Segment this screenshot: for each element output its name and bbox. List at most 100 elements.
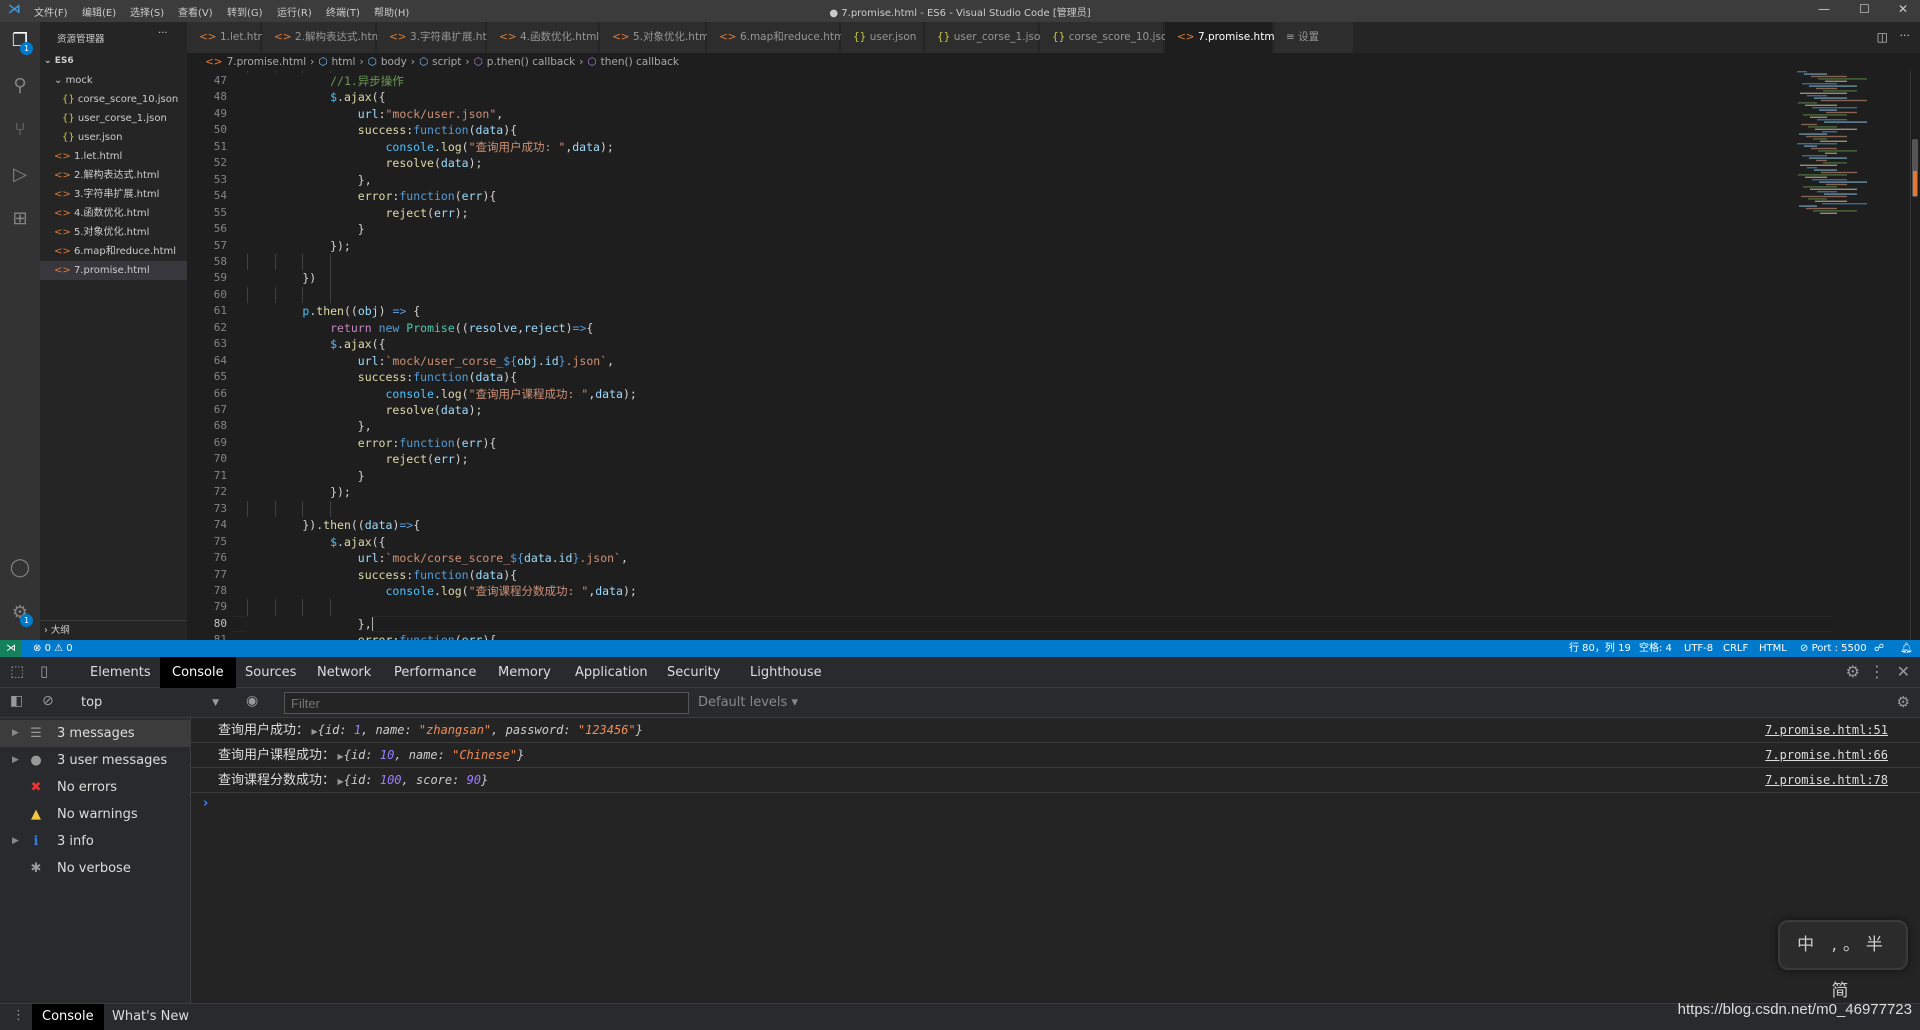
expand-arrow-icon[interactable]: ▶ bbox=[12, 747, 19, 774]
explorer-icon[interactable]: ❐ 1 bbox=[8, 30, 33, 55]
file-item[interactable]: <> 1.let.html bbox=[40, 147, 187, 166]
breadcrumb-item[interactable]: then() callback bbox=[601, 56, 679, 68]
console-filter-error[interactable]: ✖ No errors bbox=[0, 774, 190, 801]
source-link[interactable]: 7.promise.html:78 bbox=[1765, 768, 1888, 793]
extensions-icon[interactable]: ⊞ bbox=[8, 208, 32, 232]
source-link[interactable]: 7.promise.html:51 bbox=[1765, 718, 1888, 743]
run-debug-icon[interactable]: ▷ bbox=[8, 164, 32, 188]
devtools-tab-sources[interactable]: Sources bbox=[233, 657, 308, 688]
source-control-icon[interactable]: ⑂ bbox=[8, 119, 32, 143]
expand-object-icon[interactable]: ▶ bbox=[335, 752, 344, 761]
more-actions-icon[interactable]: ··· bbox=[1900, 29, 1911, 42]
line-ending[interactable]: CRLF bbox=[1723, 640, 1748, 657]
devtools-tab-lighthouse[interactable]: Lighthouse bbox=[738, 657, 834, 688]
breadcrumb-item[interactable]: html bbox=[332, 56, 356, 68]
cursor-position[interactable]: 行 80，列 19 bbox=[1569, 640, 1631, 657]
editor-tab[interactable]: <> 4.函数优化.html bbox=[487, 22, 599, 53]
console-filter-warning[interactable]: ▲ No warnings bbox=[0, 801, 190, 828]
editor-tab[interactable]: {} corse_score_10.json bbox=[1040, 22, 1174, 53]
minimap[interactable] bbox=[1795, 71, 1910, 251]
devtools-settings-icon[interactable]: ⚙ bbox=[1846, 662, 1860, 681]
code-editor[interactable]: 47 //1.异步操作 48 $.ajax({49 url:"mock/user.… bbox=[187, 71, 1920, 640]
editor-tab[interactable]: <> 7.promise.html ● bbox=[1165, 22, 1290, 53]
inspect-element-icon[interactable]: ⬚ bbox=[10, 662, 24, 680]
close-window-button[interactable]: ✕ bbox=[1898, 2, 1908, 16]
editor-tab[interactable]: <> 3.字符串扩展.html bbox=[377, 22, 500, 53]
breadcrumb-item[interactable]: p.then() callback bbox=[487, 56, 575, 68]
file-item[interactable]: <> 4.函数优化.html bbox=[40, 204, 187, 223]
search-icon[interactable]: ⚲ bbox=[8, 75, 32, 99]
file-item[interactable]: <> 7.promise.html bbox=[40, 261, 187, 280]
object-preview[interactable]: {id: 10, name: "Chinese"} bbox=[344, 748, 525, 762]
notifications-bell-icon[interactable]: 🔔︎ bbox=[1900, 640, 1913, 657]
devtools-tab-network[interactable]: Network bbox=[305, 657, 383, 688]
minimize-button[interactable]: — bbox=[1818, 2, 1830, 16]
folder-root[interactable]: ⌄ ES6 bbox=[40, 52, 187, 71]
console-filter-user[interactable]: ▶ ● 3 user messages bbox=[0, 747, 190, 774]
show-sidebar-icon[interactable]: ◧ bbox=[10, 693, 23, 709]
language-mode[interactable]: HTML bbox=[1759, 640, 1787, 657]
file-item[interactable]: {} user.json bbox=[40, 128, 187, 147]
source-link[interactable]: 7.promise.html:66 bbox=[1765, 743, 1888, 768]
ime-status-widget[interactable]: 中 ,。半 简 bbox=[1778, 920, 1908, 1001]
console-filter-input[interactable] bbox=[284, 692, 689, 714]
folder-mock[interactable]: ⌄ mock bbox=[40, 71, 187, 90]
device-toolbar-icon[interactable]: ▯ bbox=[40, 662, 48, 680]
split-editor-icon[interactable]: ◫ bbox=[1877, 30, 1888, 44]
maximize-button[interactable]: ☐ bbox=[1859, 2, 1870, 16]
devtools-menu-icon[interactable]: ⋮ bbox=[1869, 662, 1885, 681]
close-devtools-icon[interactable]: ✕ bbox=[1897, 662, 1910, 681]
file-item[interactable]: <> 2.解构表达式.html bbox=[40, 166, 187, 185]
clear-console-icon[interactable]: ⊘ bbox=[42, 693, 54, 709]
feedback-icon[interactable]: ☍ bbox=[1874, 640, 1884, 657]
file-item[interactable]: <> 6.map和reduce.html bbox=[40, 242, 187, 261]
breadcrumb-item[interactable]: 7.promise.html bbox=[227, 56, 307, 68]
expand-arrow-icon[interactable]: ▶ bbox=[12, 720, 19, 747]
expand-object-icon[interactable]: ▶ bbox=[335, 777, 344, 786]
editor-tab[interactable]: <> 6.map和reduce.html bbox=[707, 22, 847, 53]
devtools-tab-application[interactable]: Application bbox=[563, 657, 660, 688]
file-item[interactable]: {} user_corse_1.json bbox=[40, 109, 187, 128]
live-expression-eye-icon[interactable]: ◉ bbox=[246, 693, 258, 709]
file-item[interactable]: <> 3.字符串扩展.html bbox=[40, 185, 187, 204]
expand-arrow-icon[interactable]: ▶ bbox=[12, 828, 19, 855]
devtools-tab-security[interactable]: Security bbox=[655, 657, 732, 688]
breadcrumb-item[interactable]: script bbox=[432, 56, 461, 68]
object-preview[interactable]: {id: 100, score: 90} bbox=[344, 773, 489, 787]
console-filter-list[interactable]: ▶ ☰ 3 messages bbox=[0, 720, 190, 747]
file-item[interactable]: {} corse_score_10.json bbox=[40, 90, 187, 109]
editor-tab[interactable]: {} user.json bbox=[841, 22, 924, 53]
context-selector[interactable]: top ▼ bbox=[75, 692, 225, 714]
outline-section[interactable]: › 大纲 bbox=[40, 620, 187, 639]
devtools-tab-elements[interactable]: Elements bbox=[78, 657, 163, 688]
drawer-tab-whats-new[interactable]: What's New bbox=[112, 1004, 189, 1030]
editor-tab[interactable]: <> 1.let.html bbox=[187, 22, 271, 53]
devtools-tab-memory[interactable]: Memory bbox=[486, 657, 563, 688]
more-actions-icon[interactable]: ··· bbox=[158, 28, 168, 39]
account-icon[interactable]: ◯ bbox=[8, 557, 32, 581]
remote-icon[interactable]: ⋊ bbox=[0, 640, 22, 657]
object-preview[interactable]: {id: 1, name: "zhangsan", password: "123… bbox=[318, 723, 643, 737]
devtools-tab-console[interactable]: Console bbox=[160, 657, 236, 688]
devtools-tab-performance[interactable]: Performance bbox=[382, 657, 488, 688]
console-filter-bug[interactable]: ✱ No verbose bbox=[0, 855, 190, 882]
editor-tab[interactable]: <> 5.对象优化.html bbox=[600, 22, 712, 53]
problems-indicator[interactable]: ⊗ 0 ⚠ 0 bbox=[33, 640, 73, 657]
live-server-port[interactable]: ⊘ Port : 5500 bbox=[1800, 640, 1867, 657]
editor-scrollbar[interactable] bbox=[1910, 71, 1920, 640]
log-levels-dropdown[interactable]: Default levels ▾ bbox=[698, 695, 798, 710]
breadcrumb-item[interactable]: body bbox=[381, 56, 407, 68]
console-prompt[interactable]: › bbox=[203, 796, 208, 811]
indentation[interactable]: 空格: 4 bbox=[1639, 640, 1672, 657]
settings-gear-icon[interactable]: ⚙ 1 bbox=[8, 602, 33, 627]
encoding[interactable]: UTF-8 bbox=[1684, 640, 1713, 657]
editor-tab[interactable]: {} user_corse_1.json bbox=[925, 22, 1047, 53]
expand-object-icon[interactable]: ▶ bbox=[309, 727, 318, 736]
file-item[interactable]: <> 5.对象优化.html bbox=[40, 223, 187, 242]
drawer-menu-icon[interactable]: ⋮ bbox=[12, 1008, 25, 1023]
editor-tab[interactable]: ≡ 设置 bbox=[1274, 22, 1354, 53]
editor-tab[interactable]: <> 2.解构表达式.html bbox=[262, 22, 385, 53]
drawer-tab-console[interactable]: Console bbox=[32, 1004, 104, 1030]
console-settings-icon[interactable]: ⚙ bbox=[1897, 693, 1910, 711]
console-filter-info[interactable]: ▶ ℹ 3 info bbox=[0, 828, 190, 855]
